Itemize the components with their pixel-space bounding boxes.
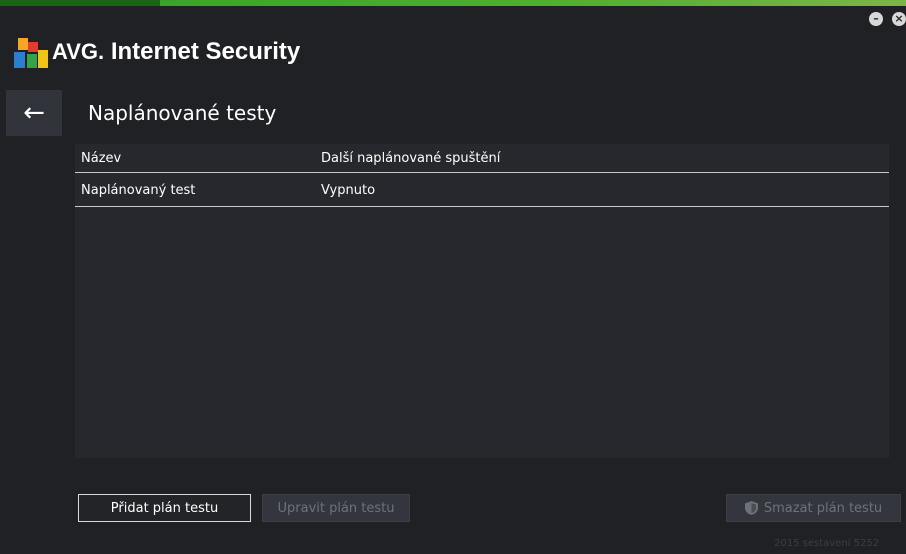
top-accent-bar-left: [0, 0, 160, 6]
delete-schedule-label: Smazat plán testu: [763, 500, 883, 516]
column-header-next-run[interactable]: Další naplánované spuštění: [321, 144, 500, 172]
edit-schedule-button[interactable]: Upravit plán testu: [262, 494, 410, 522]
row-next-run-cell: Vypnuto: [321, 182, 376, 198]
back-button[interactable]: ←: [6, 90, 62, 136]
schedule-table: Název Další naplánované spuštění Napláno…: [75, 144, 889, 458]
add-schedule-button[interactable]: Přidat plán testu: [78, 494, 251, 522]
delete-schedule-button[interactable]: Smazat plán testu: [726, 494, 901, 522]
avg-logo-icon: [14, 38, 48, 68]
row-name-cell: Naplánovaný test: [81, 182, 196, 198]
build-info: 2015 sestavení 5252: [774, 538, 880, 549]
back-arrow-icon: ←: [23, 98, 45, 128]
app-brand: AVG.: [52, 39, 105, 64]
shield-icon: [744, 501, 758, 515]
column-header-name[interactable]: Název: [81, 144, 121, 172]
app-name: Internet Security: [110, 38, 301, 65]
page-title: Naplánované testy: [88, 101, 277, 125]
close-icon[interactable]: ×: [892, 12, 906, 26]
table-row[interactable]: Naplánovaný test Vypnuto: [75, 174, 889, 207]
table-header: Název Další naplánované spuštění: [75, 144, 889, 173]
app-title: AVG. Internet Security: [52, 38, 300, 66]
minimize-icon[interactable]: –: [869, 12, 883, 26]
